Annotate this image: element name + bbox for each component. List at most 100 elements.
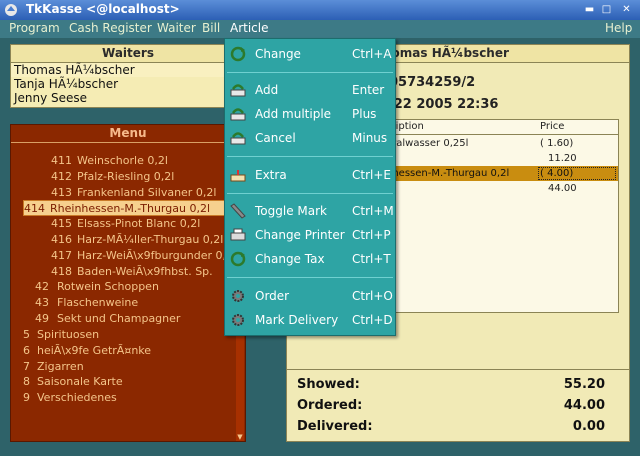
menu-row-number: 6 — [23, 344, 30, 357]
menu-row-number: 42 — [35, 280, 49, 293]
menu-article[interactable]: Article — [230, 21, 269, 35]
menu-title: Menu — [11, 125, 245, 143]
menu-item-order[interactable]: Order Ctrl+O — [225, 285, 395, 307]
app-window: TkKasse <@localhost> ▬ □ ✕ Program Cash … — [0, 0, 640, 456]
menu-row[interactable]: 5 Spirituosen — [23, 327, 99, 343]
menu-row[interactable]: 8 Saisonale Karte — [23, 374, 123, 390]
menu-row-number: 8 — [23, 375, 30, 388]
menu-bar: Program Cash Register Waiter Bill Articl… — [0, 20, 640, 38]
menu-row-number: 413 — [51, 186, 72, 199]
menu-row[interactable]: 43 Flaschenweine — [35, 295, 138, 311]
menu-row[interactable]: 7 Zigarren — [23, 359, 84, 375]
waiter-item[interactable]: Thomas HÃ¼bscher — [11, 63, 245, 77]
menu-waiter[interactable]: Waiter — [157, 21, 196, 35]
menu-row-number: 411 — [51, 154, 72, 167]
menu-item-change[interactable]: Change Ctrl+A — [225, 43, 395, 65]
table-row[interactable]: 44.00 — [384, 181, 618, 196]
menu-row-label: Verschiedenes — [37, 391, 117, 404]
menu-row-number: 415 — [51, 217, 72, 230]
bill-number: 05734259/2 — [389, 75, 476, 90]
menu-row[interactable]: 415 Elsass-Pinot Blanc 0,2l — [51, 216, 200, 232]
menu-row-label: Spirituosen — [37, 328, 100, 341]
ordered-value: 44.00 — [563, 398, 605, 413]
menu-row-label: Rheinhessen-M.-Thurgau 0,2l — [50, 202, 210, 215]
showed-value: 55.20 — [563, 377, 605, 392]
menu-item-add[interactable]: Add Enter — [225, 79, 395, 101]
menu-row-label: Harz-MÃ¼ller-Thurgau 0,2l — [77, 233, 224, 246]
menu-row[interactable]: 49 Sekt und Champagner — [35, 311, 180, 327]
menu-row[interactable]: 413 Frankenland Silvaner 0,2l — [51, 185, 216, 201]
menu-row-label: heiÃ\x9fe GetrÃ¤nke — [37, 344, 152, 357]
menu-row[interactable]: 411 Weinschorle 0,2l — [51, 153, 168, 169]
menu-row-label: Saisonale Karte — [37, 375, 123, 388]
change-icon — [230, 46, 246, 62]
menu-row-number: 418 — [51, 265, 72, 278]
selection-focus — [538, 167, 616, 180]
table-row-selected[interactable]: nhessen-M.-Thurgau 0,2l ( 4.00) — [384, 166, 618, 181]
menu-item-extra[interactable]: Extra Ctrl+E — [225, 164, 395, 186]
title-bar: TkKasse <@localhost> ▬ □ ✕ — [0, 0, 640, 20]
gear-icon — [232, 290, 244, 302]
table-row[interactable]: eralwasser 0,25l ( 1.60) — [384, 136, 618, 151]
minimize-icon[interactable]: ▬ — [583, 3, 596, 16]
table-row[interactable]: 11.20 — [384, 151, 618, 166]
menu-row-label: Sekt und Champagner — [57, 312, 181, 325]
scroll-down-icon[interactable]: ▼ — [236, 433, 244, 441]
menu-row-number: 416 — [51, 233, 72, 246]
cancel-icon — [230, 132, 246, 145]
add-icon — [230, 84, 246, 97]
menu-row[interactable]: 6 heiÃ\x9fe GetrÃ¤nke — [23, 343, 151, 359]
menu-program[interactable]: Program — [9, 21, 60, 35]
cake-icon — [230, 170, 246, 182]
menu-row-label: Weinschorle 0,2l — [77, 154, 168, 167]
menu-row-number: 9 — [23, 391, 30, 404]
menu-item-change-printer[interactable]: Change Printer Ctrl+P — [225, 224, 395, 246]
menu-row[interactable]: 412 Pfalz-Riesling 0,2l — [51, 169, 174, 185]
waiters-panel: Waiters Thomas HÃ¼bscher Tanja HÃ¼bscher… — [10, 44, 246, 108]
menu-row[interactable]: 418 Baden-WeiÃ\x9fhbst. Sp. — [51, 264, 213, 280]
menu-item-mark-delivery[interactable]: Mark Delivery Ctrl+D — [225, 309, 395, 331]
menu-row[interactable]: 416 Harz-MÃ¼ller-Thurgau 0,2l — [51, 232, 223, 248]
menu-row-label: Zigarren — [37, 360, 84, 373]
menu-row-number: 412 — [51, 170, 72, 183]
menu-row-number: 43 — [35, 296, 49, 309]
delivered-value: 0.00 — [572, 419, 605, 434]
add-multiple-icon — [230, 108, 246, 121]
pen-icon — [230, 203, 246, 219]
change-icon — [230, 251, 246, 267]
close-icon[interactable]: ✕ — [620, 3, 633, 16]
menu-item-add-multiple[interactable]: Add multiple Plus — [225, 103, 395, 125]
gear-icon — [232, 314, 244, 326]
bill-date: /22 2005 22:36 — [389, 97, 499, 112]
menu-panel: Menu 411 Weinschorle 0,2l 412 Pfalz-Rieslin… — [10, 124, 246, 442]
menu-item-change-tax[interactable]: Change Tax Ctrl+T — [225, 248, 395, 270]
menu-row-number: 417 — [51, 249, 72, 262]
menu-row-number: 414 — [24, 202, 45, 215]
menu-row-number: 49 — [35, 312, 49, 325]
menu-row-label: Flaschenweine — [57, 296, 139, 309]
order-table[interactable]: cription Price eralwasser 0,25l ( 1.60) … — [383, 119, 619, 313]
menu-row[interactable]: 42 Rotwein Schoppen — [35, 279, 159, 295]
menu-row-label: Frankenland Silvaner 0,2l — [77, 186, 217, 199]
waiter-item[interactable]: Tanja HÃ¼bscher — [11, 77, 245, 91]
app-logo-icon — [5, 4, 17, 16]
window-title: TkKasse <@localhost> — [26, 2, 180, 16]
waiter-item[interactable]: Jenny Seese — [11, 91, 245, 105]
menu-row-label: Pfalz-Riesling 0,2l — [77, 170, 175, 183]
menu-bill[interactable]: Bill — [202, 21, 220, 35]
menu-row[interactable]: 417 Harz-WeiÃ\x9fburgunder 0,2l — [51, 248, 236, 264]
menu-item-cancel[interactable]: Cancel Minus — [225, 127, 395, 149]
menu-help[interactable]: Help — [605, 21, 632, 35]
maximize-icon[interactable]: □ — [600, 3, 613, 16]
menu-row[interactable]: 9 Verschiedenes — [23, 390, 117, 406]
menu-row-label: Elsass-Pinot Blanc 0,2l — [77, 217, 201, 230]
menu-item-toggle-mark[interactable]: Toggle Mark Ctrl+M — [225, 200, 395, 222]
column-header-price[interactable]: Price — [540, 120, 564, 134]
menu-row-selected[interactable]: 414 Rheinhessen-M.-Thurgau 0,2l — [23, 200, 235, 216]
printer-icon — [230, 228, 246, 241]
menu-row-number: 7 — [23, 360, 30, 373]
menu-row-label: Baden-WeiÃ\x9fhbst. Sp. — [77, 265, 213, 278]
menu-cash-register[interactable]: Cash Register — [69, 21, 152, 35]
menu-row-label: Harz-WeiÃ\x9fburgunder 0,2l — [77, 249, 237, 262]
menu-row-label: Rotwein Schoppen — [57, 280, 159, 293]
